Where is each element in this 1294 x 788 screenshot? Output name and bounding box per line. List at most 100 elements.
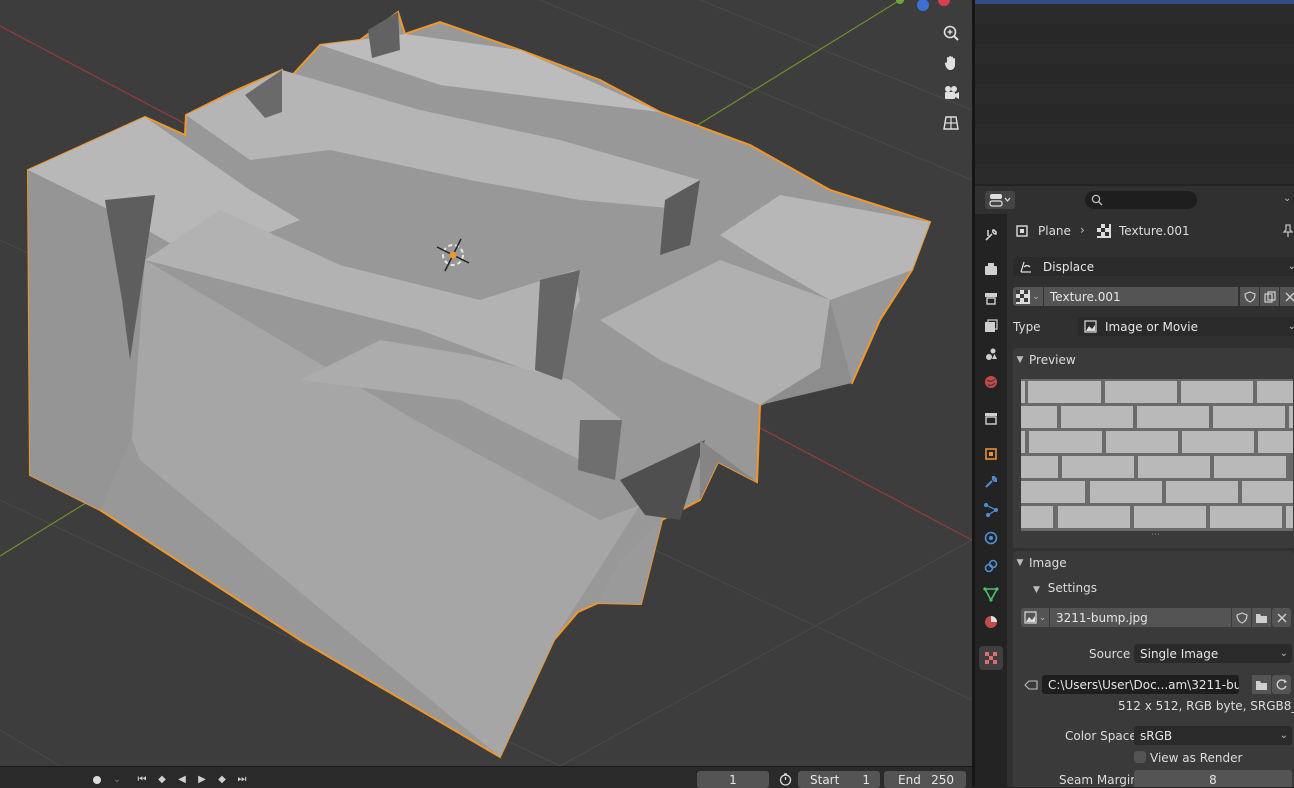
- start-frame-field[interactable]: Start 1: [798, 771, 880, 788]
- texture-checker-icon: [1097, 224, 1111, 238]
- chevron-down-icon: ⌄: [1287, 261, 1294, 272]
- physics-icon[interactable]: [979, 526, 1003, 550]
- prev-keyframe-icon[interactable]: ◆: [153, 772, 171, 787]
- output-icon[interactable]: [979, 286, 1003, 310]
- scene-icon[interactable]: [979, 342, 1003, 366]
- displace-modifier-icon: [1020, 261, 1031, 273]
- packed-file-icon[interactable]: [1021, 675, 1040, 694]
- settings-subpanel-title: Settings: [1047, 581, 1097, 595]
- properties-editor-icon: [989, 194, 1011, 207]
- options-dropdown-icon[interactable]: ⌄: [1283, 193, 1291, 204]
- chevron-down-icon: ▼: [1033, 585, 1040, 595]
- jump-end-icon[interactable]: ⏭: [233, 772, 251, 787]
- image-panel-title: Image: [1029, 556, 1067, 570]
- 3d-viewport[interactable]: [0, 0, 972, 766]
- outliner-row: [975, 84, 1294, 104]
- constraints-icon[interactable]: [979, 554, 1003, 578]
- object-data-icon: [1016, 225, 1028, 237]
- filepath-field[interactable]: C:\Users\User\Doc...am\3211-bump.jpg: [1042, 675, 1239, 694]
- texture-type-value: Image or Movie: [1105, 319, 1198, 334]
- pan-hand-icon[interactable]: [937, 49, 965, 77]
- camera-view-icon[interactable]: [937, 79, 965, 107]
- properties-header: ⌄: [975, 186, 1294, 215]
- chevron-down-icon: ▼: [1016, 558, 1024, 568]
- outliner-row: [975, 104, 1294, 124]
- breadcrumb-object[interactable]: Plane: [1038, 224, 1071, 238]
- displaced-plane-mesh[interactable]: [26, 10, 932, 759]
- source-value: Single Image: [1140, 646, 1219, 661]
- image-icon: [1024, 611, 1037, 624]
- view-layer-icon[interactable]: [979, 314, 1003, 338]
- breadcrumb-texture[interactable]: Texture.001: [1119, 224, 1190, 238]
- outliner-row: [975, 24, 1294, 44]
- timeline-bar: ⌄ ⏮ ◆ ◀ ▶ ◆ ⏭ 1 Start 1 End 250: [0, 766, 972, 788]
- material-icon[interactable]: [979, 610, 1003, 634]
- world-icon[interactable]: [979, 370, 1003, 394]
- outliner-panel[interactable]: [975, 0, 1294, 184]
- texture-properties: Plane › Texture.001 Displace ⌄ ⌄ Texture…: [1007, 214, 1294, 787]
- keying-dropdown-icon[interactable]: ⌄: [108, 772, 126, 787]
- scene-render: [0, 0, 972, 766]
- image-name-field[interactable]: 3211-bump.jpg: [1050, 608, 1231, 627]
- particles-icon[interactable]: [979, 498, 1003, 522]
- pin-icon[interactable]: [1282, 224, 1294, 238]
- resize-handle-icon[interactable]: ⋯: [1151, 530, 1160, 540]
- modifier-icon[interactable]: [979, 470, 1003, 494]
- reload-icon[interactable]: [1272, 675, 1291, 694]
- texture-name-field[interactable]: Texture.001: [1044, 287, 1238, 306]
- breadcrumb: Plane › Texture.001: [1007, 222, 1294, 240]
- chevron-down-icon: ⌄: [1287, 321, 1294, 332]
- fake-user-shield-icon[interactable]: [1240, 287, 1259, 306]
- stopwatch-icon[interactable]: [776, 772, 794, 787]
- jump-start-icon[interactable]: ⏮: [133, 772, 151, 787]
- modifier-name: Displace: [1043, 259, 1095, 274]
- image-panel-header[interactable]: ▼ Image: [1013, 551, 1294, 575]
- texture-user-dropdown[interactable]: Displace ⌄: [1013, 257, 1294, 276]
- settings-subpanel-header[interactable]: ▼ Settings: [1033, 581, 1097, 595]
- chevron-down-icon: ▼: [1016, 355, 1024, 365]
- view-as-render-checkbox[interactable]: [1134, 751, 1146, 763]
- record-keyframe-icon[interactable]: [88, 772, 106, 787]
- seam-margin-label: Seam Margin: [1059, 773, 1138, 787]
- duplicate-icon[interactable]: [1260, 287, 1279, 306]
- open-folder-icon[interactable]: [1252, 608, 1271, 627]
- image-name: 3211-bump.jpg: [1056, 610, 1148, 625]
- outliner-row: [975, 124, 1294, 144]
- perspective-grid-icon[interactable]: [937, 109, 965, 137]
- gizmo-z-axis[interactable]: [917, 0, 929, 11]
- preview-panel-header[interactable]: ▼ Preview: [1013, 348, 1294, 372]
- color-space-dropdown[interactable]: sRGB ⌄: [1134, 726, 1292, 745]
- seam-margin-field[interactable]: 8: [1134, 770, 1292, 787]
- play-reverse-icon[interactable]: ◀: [173, 772, 191, 787]
- properties-search-input[interactable]: [1085, 191, 1197, 209]
- current-frame-field[interactable]: 1: [697, 771, 769, 788]
- texture-icon[interactable]: [979, 646, 1003, 670]
- fake-user-shield-icon[interactable]: [1232, 608, 1251, 627]
- source-dropdown[interactable]: Single Image ⌄: [1134, 644, 1292, 663]
- start-label: Start: [810, 772, 840, 787]
- view-as-render-label: View as Render: [1150, 751, 1243, 765]
- preview-panel-title: Preview: [1029, 353, 1076, 367]
- render-icon[interactable]: [979, 257, 1003, 281]
- data-icon[interactable]: [979, 582, 1003, 606]
- play-icon[interactable]: ▶: [193, 772, 211, 787]
- open-folder-icon[interactable]: [1252, 675, 1271, 694]
- gizmo-x-axis[interactable]: [938, 0, 950, 6]
- zoom-icon[interactable]: [937, 19, 965, 47]
- collection-icon[interactable]: [979, 406, 1003, 430]
- texture-checker-icon: [1016, 289, 1031, 304]
- image-browse-button[interactable]: ⌄: [1021, 608, 1049, 627]
- outliner-row: [975, 144, 1294, 164]
- tool-icon[interactable]: [979, 223, 1003, 247]
- source-label: Source: [1089, 647, 1131, 661]
- editor-type-button[interactable]: [985, 191, 1015, 209]
- texture-type-dropdown[interactable]: Image or Movie ⌄: [1078, 317, 1294, 336]
- object-icon[interactable]: [979, 442, 1003, 466]
- image-info-text: 512 x 512, RGB byte, SRGB8_A8: [1118, 699, 1294, 713]
- unlink-close-icon[interactable]: [1272, 608, 1291, 627]
- unlink-close-icon[interactable]: [1280, 287, 1294, 306]
- end-frame-field[interactable]: End 250: [884, 771, 966, 788]
- next-keyframe-icon[interactable]: ◆: [213, 772, 231, 787]
- gizmo-y-axis[interactable]: [896, 0, 904, 4]
- texture-browse-button[interactable]: ⌄: [1013, 287, 1043, 306]
